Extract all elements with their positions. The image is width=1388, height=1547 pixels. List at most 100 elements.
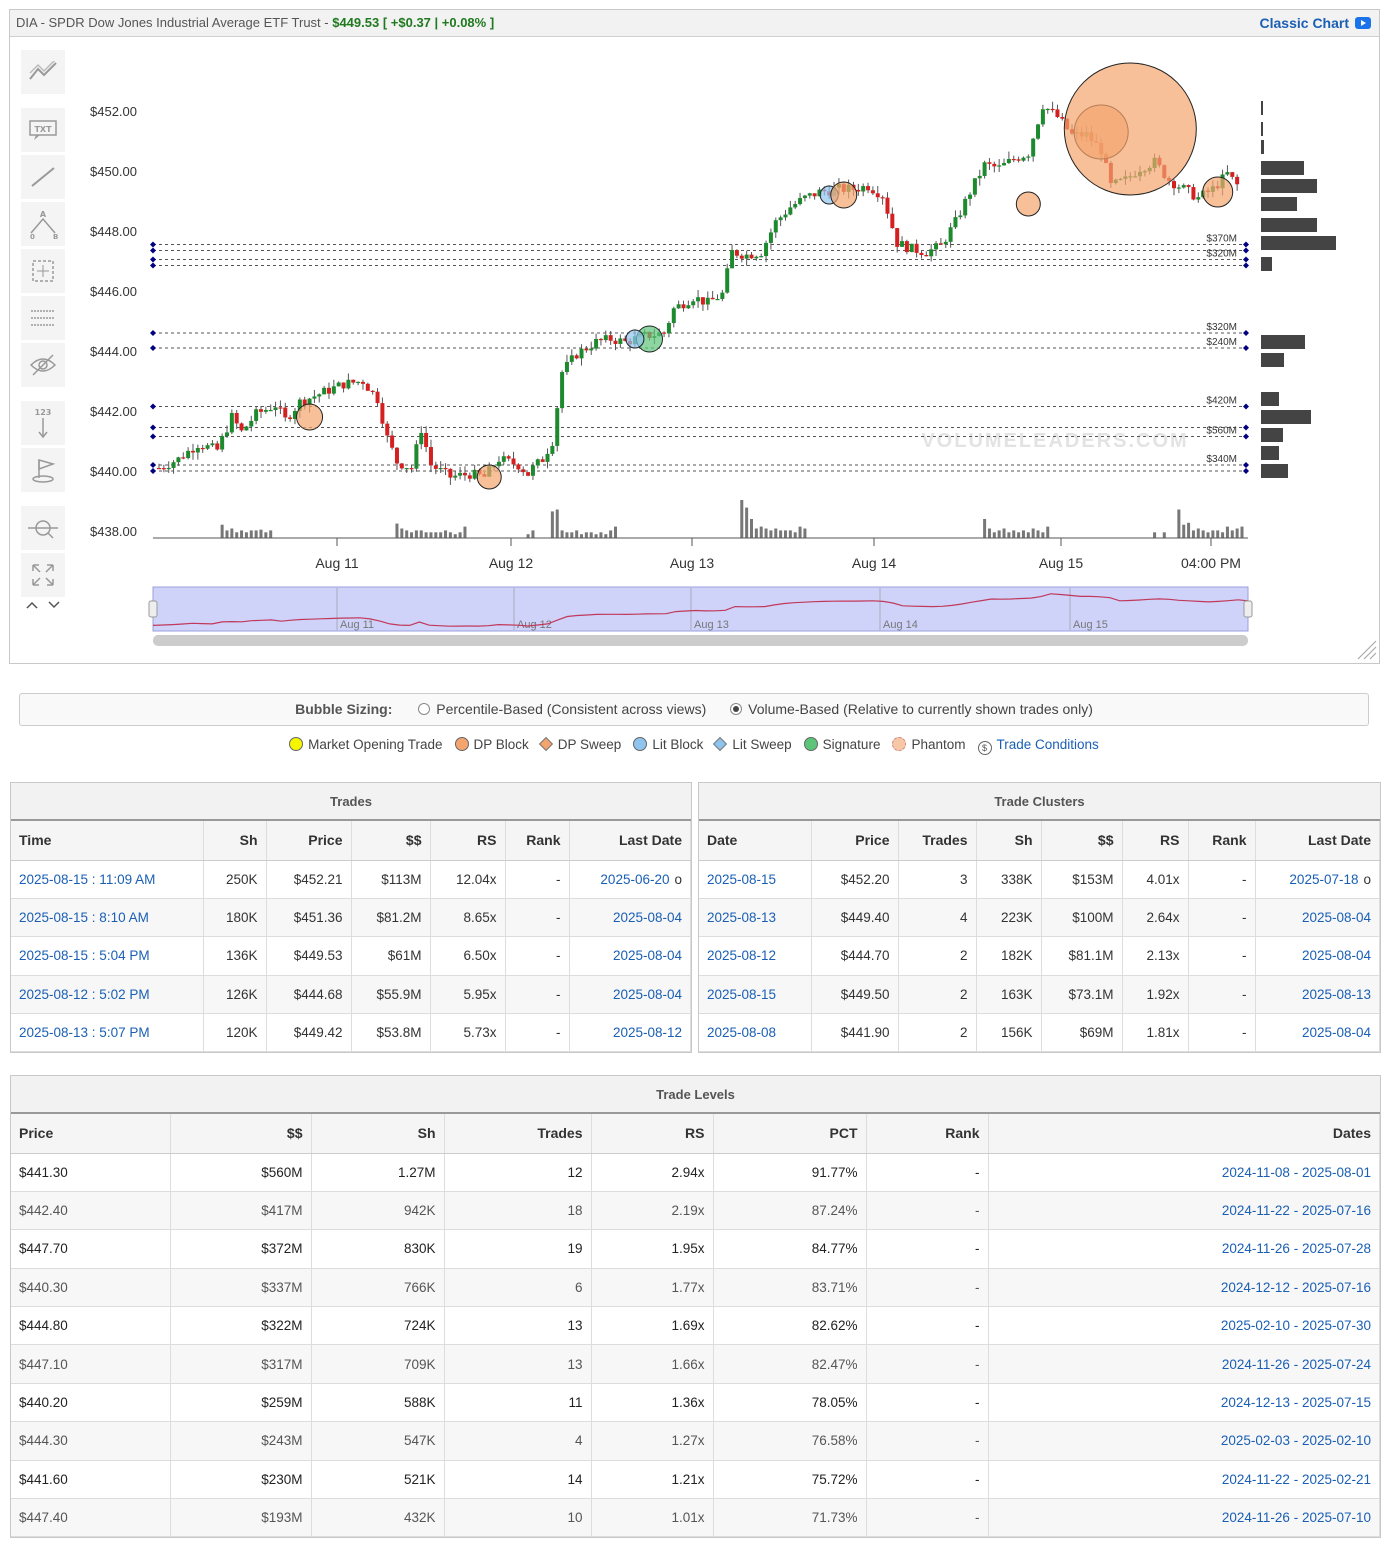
legend-label: DP Block bbox=[473, 737, 529, 752]
percentile-radio[interactable] bbox=[418, 703, 431, 715]
candle-body bbox=[171, 462, 176, 468]
candle-body bbox=[1196, 197, 1201, 200]
clusters-cell-date[interactable]: 2025-08-13 bbox=[707, 910, 776, 925]
levels-row: $440.20 $259M 588K 11 1.36x 78.05% - 2024-12-13… bbox=[11, 1383, 1380, 1423]
clusters-col-trades[interactable]: Trades bbox=[898, 821, 977, 861]
trades-col-rs[interactable]: RS bbox=[430, 821, 506, 861]
clusters-col-price[interactable]: Price bbox=[811, 821, 899, 861]
trades-col--[interactable]: $$ bbox=[351, 821, 431, 861]
volume-bar bbox=[434, 532, 438, 538]
trades-cell-last-date[interactable]: 2025-08-04 bbox=[613, 948, 682, 963]
levels-cell-dates[interactable]: 2025-02-10 - 2025-07-30 bbox=[1221, 1318, 1371, 1333]
trade-bubble-dp-block[interactable] bbox=[1202, 176, 1234, 208]
volume-bar bbox=[570, 532, 574, 538]
levels-col-pct[interactable]: PCT bbox=[713, 1114, 867, 1154]
trades-col-last-date[interactable]: Last Date bbox=[569, 821, 691, 861]
levels-cell-rs: 1.77x bbox=[671, 1279, 705, 1295]
clusters-row: 2025-08-15 $449.50 2 163K $73.1M 1.92x - 2025-0… bbox=[699, 975, 1380, 1015]
candle-body bbox=[336, 382, 341, 387]
clusters-cell-last-date[interactable]: 2025-08-04 bbox=[1302, 910, 1371, 925]
trades-cell-last-date[interactable]: 2025-08-12 bbox=[613, 1025, 682, 1040]
levels-cell-dates[interactable]: 2024-12-12 - 2025-07-16 bbox=[1221, 1280, 1371, 1295]
levels-cell-dates[interactable]: 2025-02-03 - 2025-02-10 bbox=[1221, 1433, 1371, 1448]
navigator-label: Aug 13 bbox=[694, 619, 729, 631]
candle-body bbox=[734, 250, 739, 256]
levels-cell-pct: 71.73% bbox=[811, 1510, 858, 1526]
levels-col-dates[interactable]: Dates bbox=[988, 1114, 1380, 1154]
trades-cell-last-date[interactable]: 2025-06-20 bbox=[600, 872, 669, 887]
levels-cell--: $243M bbox=[261, 1433, 303, 1449]
price-chart[interactable]: $452.00 $450.00 $448.00 $446.00 $444.00 $442.… bbox=[10, 37, 1379, 663]
levels-cell-dates[interactable]: 2024-11-26 - 2025-07-24 bbox=[1222, 1357, 1371, 1372]
trades-cell-sh: 126K bbox=[225, 986, 258, 1002]
clusters-cell-last-date[interactable]: 2025-08-04 bbox=[1302, 948, 1371, 963]
trades-col-sh[interactable]: Sh bbox=[203, 821, 267, 861]
legend-item-lit-sweep: Lit Sweep bbox=[713, 736, 792, 752]
trade-bubble-dp-block[interactable] bbox=[830, 181, 858, 209]
legend-item-lit-block: Lit Block bbox=[633, 737, 703, 752]
trades-cell-time[interactable]: 2025-08-15 : 11:09 AM bbox=[19, 872, 155, 887]
trades-cell-last-date[interactable]: 2025-08-04 bbox=[613, 910, 682, 925]
navigator-scrollbar[interactable] bbox=[153, 635, 1248, 646]
trade-bubble-lit-block[interactable] bbox=[625, 329, 645, 349]
levels-row: $442.40 $417M 942K 18 2.19x 87.24% - 2024-11-22… bbox=[11, 1191, 1380, 1231]
circle-marker-icon bbox=[454, 737, 469, 751]
volume-bar bbox=[1196, 528, 1200, 538]
trades-col-price[interactable]: Price bbox=[266, 821, 352, 861]
levels-cell-dates[interactable]: 2024-11-22 - 2025-07-16 bbox=[1222, 1203, 1371, 1218]
candle-body bbox=[205, 445, 210, 449]
volume-bar bbox=[555, 509, 559, 538]
trades-col-time[interactable]: Time bbox=[11, 821, 204, 861]
candle-body bbox=[161, 468, 166, 470]
trades-cell-time[interactable]: 2025-08-15 : 5:04 PM bbox=[19, 948, 150, 963]
candle-body bbox=[924, 254, 929, 257]
levels-col-rs[interactable]: RS bbox=[591, 1114, 714, 1154]
levels-cell-dates[interactable]: 2024-11-26 - 2025-07-28 bbox=[1222, 1241, 1371, 1256]
clusters-cell-last-date[interactable]: 2025-08-04 bbox=[1302, 1025, 1371, 1040]
trades-col-rank[interactable]: Rank bbox=[505, 821, 570, 861]
clusters-cell-date[interactable]: 2025-08-08 bbox=[707, 1025, 776, 1040]
trades-cell-time[interactable]: 2025-08-12 : 5:02 PM bbox=[19, 987, 150, 1002]
clusters-col-rs[interactable]: RS bbox=[1122, 821, 1189, 861]
candle-body bbox=[278, 407, 283, 409]
candle-body bbox=[1045, 108, 1050, 111]
trade-bubble-dp-block[interactable] bbox=[1015, 191, 1041, 217]
levels-cell-dates[interactable]: 2024-11-26 - 2025-07-10 bbox=[1222, 1510, 1371, 1525]
navigator-handle-right[interactable] bbox=[1243, 600, 1253, 618]
clusters-cell-date[interactable]: 2025-08-15 bbox=[707, 872, 776, 887]
levels-cell-dates[interactable]: 2024-11-08 - 2025-08-01 bbox=[1222, 1165, 1371, 1180]
resize-grip-icon[interactable] bbox=[1357, 640, 1377, 660]
levels-col--[interactable]: $$ bbox=[170, 1114, 312, 1154]
levels-col-price[interactable]: Price bbox=[11, 1114, 171, 1154]
trade-bubble-dp-block[interactable] bbox=[476, 464, 502, 490]
classic-chart-link[interactable]: Classic Chart bbox=[1260, 10, 1371, 36]
levels-col-sh[interactable]: Sh bbox=[311, 1114, 445, 1154]
levels-col-trades[interactable]: Trades bbox=[444, 1114, 592, 1154]
trades-cell-last-date[interactable]: 2025-08-04 bbox=[613, 987, 682, 1002]
level-marker-right bbox=[1243, 468, 1249, 474]
volume-option-label: Volume-Based (Relative to currently show… bbox=[748, 701, 1093, 717]
levels-cell-dates[interactable]: 2024-12-13 - 2025-07-15 bbox=[1221, 1395, 1371, 1410]
clusters-col--[interactable]: $$ bbox=[1041, 821, 1123, 861]
trade-conditions-label: Trade Conditions bbox=[996, 737, 1099, 752]
trades-table: Trades Time Sh Price $$ RS Rank Last Date 2025… bbox=[10, 782, 692, 1053]
trades-cell-time[interactable]: 2025-08-15 : 8:10 AM bbox=[19, 910, 149, 925]
clusters-cell-date[interactable]: 2025-08-12 bbox=[707, 948, 776, 963]
volume-bar bbox=[419, 530, 423, 538]
volume-radio[interactable] bbox=[730, 703, 743, 715]
clusters-cell-last-date[interactable]: 2025-08-13 bbox=[1302, 987, 1371, 1002]
clusters-cell-last-date[interactable]: 2025-07-18 bbox=[1289, 872, 1358, 887]
navigator-handle-left[interactable] bbox=[148, 600, 158, 618]
clusters-cell-date[interactable]: 2025-08-15 bbox=[707, 987, 776, 1002]
clusters-col-last-date[interactable]: Last Date bbox=[1255, 821, 1380, 861]
clusters-col-sh[interactable]: Sh bbox=[976, 821, 1042, 861]
clusters-col-date[interactable]: Date bbox=[699, 821, 812, 861]
levels-col-rank[interactable]: Rank bbox=[866, 1114, 989, 1154]
level-marker-left bbox=[150, 330, 156, 336]
trade-bubble-dp-block[interactable] bbox=[1063, 62, 1197, 196]
trades-cell-time[interactable]: 2025-08-13 : 5:07 PM bbox=[19, 1025, 150, 1040]
clusters-col-rank[interactable]: Rank bbox=[1188, 821, 1256, 861]
levels-cell-dates[interactable]: 2024-11-22 - 2025-02-21 bbox=[1222, 1472, 1371, 1487]
trade-conditions-link[interactable]: $ Trade Conditions bbox=[977, 737, 1099, 755]
trade-bubble-dp-block[interactable] bbox=[296, 403, 324, 431]
